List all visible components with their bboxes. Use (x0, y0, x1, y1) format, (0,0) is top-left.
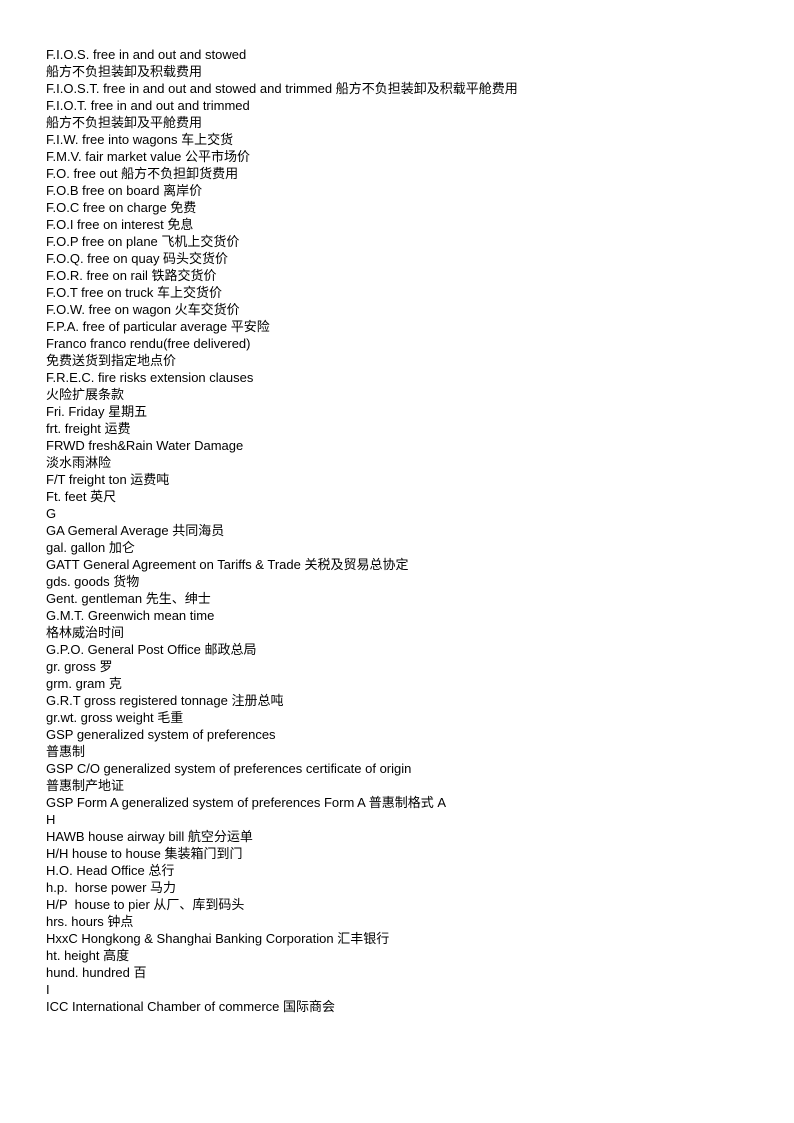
glossary-line: F.O.C free on charge 免费 (46, 200, 197, 215)
glossary-line: 淡水雨淋险 (46, 455, 112, 470)
glossary-line: 格林威治时间 (46, 625, 125, 640)
glossary-line: ht. height 高度 (46, 948, 130, 963)
glossary-line: GA Gemeral Average 共同海员 (46, 523, 225, 538)
glossary-line: F.I.W. free into wagons 车上交货 (46, 132, 234, 147)
glossary-line: F.R.E.C. fire risks extension clauses (46, 370, 254, 385)
glossary-line: GSP C/O generalized system of preference… (46, 761, 412, 776)
glossary-line: G.M.T. Greenwich mean time (46, 608, 215, 623)
glossary-line: gr.wt. gross weight 毛重 (46, 710, 184, 725)
glossary-line: 普惠制产地证 (46, 778, 125, 793)
glossary-line: F.O.R. free on rail 铁路交货价 (46, 268, 217, 283)
glossary-line: F.O. free out 船方不负担卸货费用 (46, 166, 239, 181)
glossary-line: F.I.O.S.T. free in and out and stowed an… (46, 81, 518, 96)
glossary-line: H.O. Head Office 总行 (46, 863, 175, 878)
glossary-line: hund. hundred 百 (46, 965, 147, 980)
glossary-line: Gent. gentleman 先生、绅士 (46, 591, 211, 606)
glossary-line: GATT General Agreement on Tariffs & Trad… (46, 557, 409, 572)
glossary-line: H/H house to house 集装箱门到门 (46, 846, 243, 861)
glossary-line: F.O.Q. free on quay 码头交货价 (46, 251, 229, 266)
glossary-line: gr. gross 罗 (46, 659, 113, 674)
glossary-line: F.O.T free on truck 车上交货价 (46, 285, 223, 300)
glossary-line: F.O.I free on interest 免息 (46, 217, 194, 232)
glossary-line: G.R.T gross registered tonnage 注册总吨 (46, 693, 284, 708)
glossary-line: hrs. hours 钟点 (46, 914, 134, 929)
glossary-line: F.P.A. free of particular average 平安险 (46, 319, 270, 334)
glossary-line: HxxC Hongkong & Shanghai Banking Corpora… (46, 931, 390, 946)
glossary-line: HAWB house airway bill 航空分运单 (46, 829, 253, 844)
glossary-line: G (46, 506, 57, 521)
glossary-line: FRWD fresh&Rain Water Damage (46, 438, 244, 453)
glossary-line: G.P.O. General Post Office 邮政总局 (46, 642, 257, 657)
glossary-line: frt. freight 运费 (46, 421, 131, 436)
glossary-line: GSP generalized system of preferences (46, 727, 276, 742)
document-page: F.I.O.S. free in and out and stowed 船方不负担… (0, 0, 794, 1123)
glossary-line: F.M.V. fair market value 公平市场价 (46, 149, 250, 164)
glossary-line: 免费送货到指定地点价 (46, 353, 177, 368)
glossary-line: I (46, 982, 50, 997)
glossary-line: F.O.W. free on wagon 火车交货价 (46, 302, 240, 317)
glossary-line: 普惠制 (46, 744, 86, 759)
glossary-line: H/P house to pier 从厂、库到码头 (46, 897, 245, 912)
glossary-line: h.p. horse power 马力 (46, 880, 177, 895)
glossary-line: grm. gram 克 (46, 676, 122, 691)
glossary-line: ICC International Chamber of commerce 国际… (46, 999, 335, 1014)
glossary-line: Franco franco rendu(free delivered) (46, 336, 251, 351)
glossary-line: F.O.B free on board 离岸价 (46, 183, 203, 198)
glossary-line: GSP Form A generalized system of prefere… (46, 795, 447, 810)
glossary-line: 船方不负担装卸及平舱费用 (46, 115, 203, 130)
glossary-line: Ft. feet 英尺 (46, 489, 117, 504)
glossary-line: gds. goods 货物 (46, 574, 140, 589)
glossary-text-body: F.I.O.S. free in and out and stowed 船方不负担… (46, 46, 754, 1015)
glossary-line: 火险扩展条款 (46, 387, 125, 402)
glossary-line: F/T freight ton 运费吨 (46, 472, 170, 487)
glossary-line: 船方不负担装卸及积载费用 (46, 64, 203, 79)
glossary-line: gal. gallon 加仑 (46, 540, 135, 555)
glossary-line: H (46, 812, 56, 827)
glossary-line: F.I.O.S. free in and out and stowed (46, 47, 247, 62)
glossary-line: F.O.P free on plane 飞机上交货价 (46, 234, 240, 249)
glossary-line: F.I.O.T. free in and out and trimmed (46, 98, 250, 113)
glossary-line: Fri. Friday 星期五 (46, 404, 148, 419)
